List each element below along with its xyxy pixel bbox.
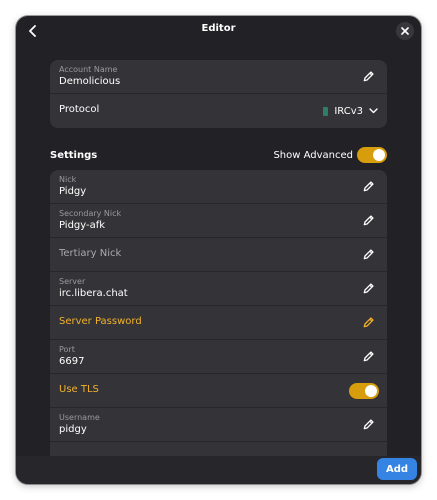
nick-value: Pidgy	[59, 186, 87, 197]
add-button[interactable]: Add	[377, 458, 417, 480]
window-title: Editor	[201, 23, 236, 34]
switch-knob	[373, 149, 385, 161]
server-password-label: Server Password	[59, 316, 142, 327]
secondary-nick-value: Pidgy-afk	[59, 220, 106, 231]
nick-label: Nick	[59, 175, 77, 184]
chevron-down-icon	[369, 108, 378, 114]
secondary-nick-row[interactable]: Secondary Nick Pidgy-afk	[50, 204, 387, 238]
server-password-row[interactable]: Server Password	[50, 306, 387, 340]
pencil-icon[interactable]	[362, 316, 375, 329]
switch-knob	[365, 385, 377, 397]
use-tls-label: Use TLS	[59, 384, 99, 395]
bottom-bar	[16, 456, 421, 484]
secondary-nick-label: Secondary Nick	[59, 209, 122, 218]
settings-card: Nick Pidgy Secondary Nick Pidgy-afk Tert…	[50, 170, 387, 456]
use-tls-row[interactable]: Use TLS	[50, 374, 387, 408]
partial-row[interactable]	[50, 442, 387, 456]
port-row[interactable]: Port 6697	[50, 340, 387, 374]
pencil-icon[interactable]	[362, 350, 375, 363]
protocol-value: IRCv3	[334, 105, 363, 117]
close-icon	[401, 27, 409, 35]
settings-heading: Settings	[50, 150, 98, 161]
pencil-icon[interactable]	[362, 214, 375, 227]
pencil-icon[interactable]	[362, 70, 375, 83]
pencil-icon[interactable]	[362, 180, 375, 193]
account-name-label: Account Name	[59, 65, 118, 74]
protocol-label: Protocol	[59, 104, 100, 115]
pencil-icon[interactable]	[362, 418, 375, 431]
pencil-icon[interactable]	[362, 248, 375, 261]
account-card: Account Name Demolicious Protocol IRCv3	[50, 60, 387, 128]
tertiary-nick-placeholder: Tertiary Nick	[59, 248, 122, 259]
account-name-value: Demolicious	[59, 76, 121, 87]
port-label: Port	[59, 345, 75, 354]
server-label: Server	[59, 277, 86, 286]
nick-row[interactable]: Nick Pidgy	[50, 170, 387, 204]
protocol-icon	[323, 106, 329, 116]
protocol-dropdown[interactable]: IRCv3	[323, 104, 378, 118]
show-advanced-label: Show Advanced	[273, 150, 353, 161]
show-advanced-switch[interactable]	[357, 147, 387, 163]
server-value: irc.libera.chat	[59, 288, 128, 299]
pencil-icon[interactable]	[362, 282, 375, 295]
tertiary-nick-row[interactable]: Tertiary Nick	[50, 238, 387, 272]
account-name-row[interactable]: Account Name Demolicious	[50, 60, 387, 94]
username-row[interactable]: Username pidgy	[50, 408, 387, 442]
use-tls-switch[interactable]	[349, 383, 379, 399]
editor-window: Editor Account Name Demolicious Protocol…	[16, 16, 421, 484]
port-value: 6697	[59, 356, 85, 367]
close-button[interactable]	[396, 22, 414, 40]
username-label: Username	[59, 413, 100, 422]
server-row[interactable]: Server irc.libera.chat	[50, 272, 387, 306]
username-value: pidgy	[59, 424, 87, 435]
header-bar: Editor	[16, 16, 421, 46]
protocol-row[interactable]: Protocol IRCv3	[50, 94, 387, 128]
